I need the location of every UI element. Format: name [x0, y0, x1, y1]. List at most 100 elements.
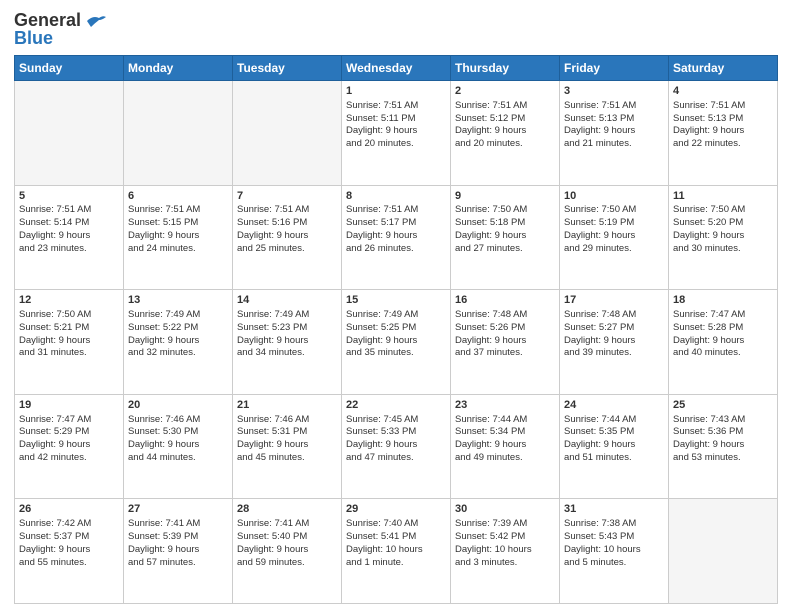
- day-number: 13: [128, 293, 228, 308]
- day-info-line-1: Sunset: 5:19 PM: [564, 217, 664, 230]
- day-cell-19: 19Sunrise: 7:47 AMSunset: 5:29 PMDayligh…: [15, 394, 124, 499]
- day-info-line-3: and 59 minutes.: [237, 557, 337, 570]
- day-info-line-3: and 23 minutes.: [19, 243, 119, 256]
- day-number: 7: [237, 189, 337, 204]
- day-info-line-1: Sunset: 5:42 PM: [455, 531, 555, 544]
- day-info-line-0: Sunrise: 7:50 AM: [455, 204, 555, 217]
- day-info-line-2: Daylight: 9 hours: [455, 335, 555, 348]
- day-info-line-2: Daylight: 9 hours: [673, 439, 773, 452]
- day-info-line-3: and 37 minutes.: [455, 347, 555, 360]
- day-cell-14: 14Sunrise: 7:49 AMSunset: 5:23 PMDayligh…: [233, 290, 342, 395]
- week-row-5: 26Sunrise: 7:42 AMSunset: 5:37 PMDayligh…: [15, 499, 778, 604]
- day-number: 20: [128, 398, 228, 413]
- day-info-line-1: Sunset: 5:33 PM: [346, 426, 446, 439]
- day-info-line-1: Sunset: 5:12 PM: [455, 113, 555, 126]
- day-info-line-3: and 32 minutes.: [128, 347, 228, 360]
- day-info-line-1: Sunset: 5:21 PM: [19, 322, 119, 335]
- day-number: 4: [673, 84, 773, 99]
- day-info-line-0: Sunrise: 7:51 AM: [346, 204, 446, 217]
- day-cell-21: 21Sunrise: 7:46 AMSunset: 5:31 PMDayligh…: [233, 394, 342, 499]
- weekday-friday: Friday: [560, 56, 669, 81]
- day-info-line-2: Daylight: 9 hours: [455, 230, 555, 243]
- day-cell-30: 30Sunrise: 7:39 AMSunset: 5:42 PMDayligh…: [451, 499, 560, 604]
- day-number: 14: [237, 293, 337, 308]
- day-cell-28: 28Sunrise: 7:41 AMSunset: 5:40 PMDayligh…: [233, 499, 342, 604]
- day-info-line-1: Sunset: 5:11 PM: [346, 113, 446, 126]
- week-row-3: 12Sunrise: 7:50 AMSunset: 5:21 PM Dayligh…: [15, 290, 778, 395]
- day-info-line-1: Sunset: 5:14 PM: [19, 217, 119, 230]
- day-info-line-0: Sunrise: 7:43 AM: [673, 414, 773, 427]
- day-info-line-3: and 55 minutes.: [19, 557, 119, 570]
- weekday-thursday: Thursday: [451, 56, 560, 81]
- day-info-line-1: Sunset: 5:34 PM: [455, 426, 555, 439]
- day-info-line-2: Daylight: 9 hours: [564, 335, 664, 348]
- day-info-line-0: Sunrise: 7:50 AM: [673, 204, 773, 217]
- day-number: 29: [346, 502, 446, 517]
- day-number: 30: [455, 502, 555, 517]
- day-info-line-0: Sunrise: 7:51 AM: [19, 204, 119, 217]
- day-number: 8: [346, 189, 446, 204]
- day-info-line-1: Sunset: 5:31 PM: [237, 426, 337, 439]
- day-info-line-0: Sunrise: 7:51 AM: [237, 204, 337, 217]
- day-info-line-1: Sunset: 5:26 PM: [455, 322, 555, 335]
- day-cell-15: 15Sunrise: 7:49 AMSunset: 5:25 PMDayligh…: [342, 290, 451, 395]
- day-number: 16: [455, 293, 555, 308]
- day-info-line-3: and 40 minutes.: [673, 347, 773, 360]
- day-cell-9: 9Sunrise: 7:50 AMSunset: 5:18 PMDaylight…: [451, 185, 560, 290]
- day-info-line-1: Sunset: 5:41 PM: [346, 531, 446, 544]
- day-cell-20: 20Sunrise: 7:46 AMSunset: 5:30 PMDayligh…: [124, 394, 233, 499]
- day-info-line-2: Daylight: 9 hours: [346, 439, 446, 452]
- day-info-line-3: and 44 minutes.: [128, 452, 228, 465]
- day-info-line-2: Daylight: 9 hours: [19, 230, 119, 243]
- day-info-line-0: Sunrise: 7:51 AM: [128, 204, 228, 217]
- weekday-saturday: Saturday: [669, 56, 778, 81]
- day-info-line-0: Sunrise: 7:46 AM: [128, 414, 228, 427]
- day-info-line-1: Sunset: 5:40 PM: [237, 531, 337, 544]
- day-number: 3: [564, 84, 664, 99]
- day-info-line-3: and 31 minutes.: [19, 347, 119, 360]
- day-cell-12: 12Sunrise: 7:50 AMSunset: 5:21 PMDayligh…: [15, 290, 124, 395]
- day-number: 28: [237, 502, 337, 517]
- day-info-line-2: Daylight: 9 hours: [455, 439, 555, 452]
- weekday-monday: Monday: [124, 56, 233, 81]
- day-cell-8: 8Sunrise: 7:51 AMSunset: 5:17 PMDaylight…: [342, 185, 451, 290]
- day-info-line-1: Sunset: 5:30 PM: [128, 426, 228, 439]
- day-cell-1: 1Sunrise: 7:51 AMSunset: 5:11 PMDaylight…: [342, 81, 451, 186]
- day-cell-22: 22Sunrise: 7:45 AMSunset: 5:33 PMDayligh…: [342, 394, 451, 499]
- day-number: 12: [19, 293, 119, 308]
- day-info-line-0: Sunrise: 7:44 AM: [455, 414, 555, 427]
- day-info-line-3: and 20 minutes.: [455, 138, 555, 151]
- day-number: 21: [237, 398, 337, 413]
- day-info-line-3: and 5 minutes.: [564, 557, 664, 570]
- day-info-line-0: Sunrise: 7:50 AM: [19, 309, 119, 322]
- day-info-line-0: Sunrise: 7:51 AM: [673, 100, 773, 113]
- day-info-line-0: Sunrise: 7:39 AM: [455, 518, 555, 531]
- day-cell-5: 5Sunrise: 7:51 AMSunset: 5:14 PMDaylight…: [15, 185, 124, 290]
- day-info-line-3: and 53 minutes.: [673, 452, 773, 465]
- day-info-line-0: Sunrise: 7:47 AM: [673, 309, 773, 322]
- day-info-line-0: Sunrise: 7:48 AM: [455, 309, 555, 322]
- day-number: 10: [564, 189, 664, 204]
- day-cell-6: 6Sunrise: 7:51 AMSunset: 5:15 PMDaylight…: [124, 185, 233, 290]
- day-info-line-2: Daylight: 9 hours: [128, 335, 228, 348]
- day-cell-31: 31Sunrise: 7:38 AMSunset: 5:43 PMDayligh…: [560, 499, 669, 604]
- day-number: 17: [564, 293, 664, 308]
- day-info-line-0: Sunrise: 7:44 AM: [564, 414, 664, 427]
- day-info-line-3: and 34 minutes.: [237, 347, 337, 360]
- day-info-line-1: Sunset: 5:29 PM: [19, 426, 119, 439]
- day-info-line-3: and 45 minutes.: [237, 452, 337, 465]
- day-number: 19: [19, 398, 119, 413]
- day-info-line-3: and 24 minutes.: [128, 243, 228, 256]
- day-cell-13: 13Sunrise: 7:49 AMSunset: 5:22 PMDayligh…: [124, 290, 233, 395]
- day-info-line-1: Sunset: 5:22 PM: [128, 322, 228, 335]
- day-info-line-3: and 26 minutes.: [346, 243, 446, 256]
- day-cell-29: 29Sunrise: 7:40 AMSunset: 5:41 PMDayligh…: [342, 499, 451, 604]
- day-info-line-1: Sunset: 5:13 PM: [673, 113, 773, 126]
- day-info-line-3: and 39 minutes.: [564, 347, 664, 360]
- day-info-line-2: Daylight: 9 hours: [346, 230, 446, 243]
- day-info-line-1: Sunset: 5:28 PM: [673, 322, 773, 335]
- day-cell-4: 4Sunrise: 7:51 AMSunset: 5:13 PMDaylight…: [669, 81, 778, 186]
- weekday-header-row: SundayMondayTuesdayWednesdayThursdayFrid…: [15, 56, 778, 81]
- empty-cell: [233, 81, 342, 186]
- day-info-line-3: and 47 minutes.: [346, 452, 446, 465]
